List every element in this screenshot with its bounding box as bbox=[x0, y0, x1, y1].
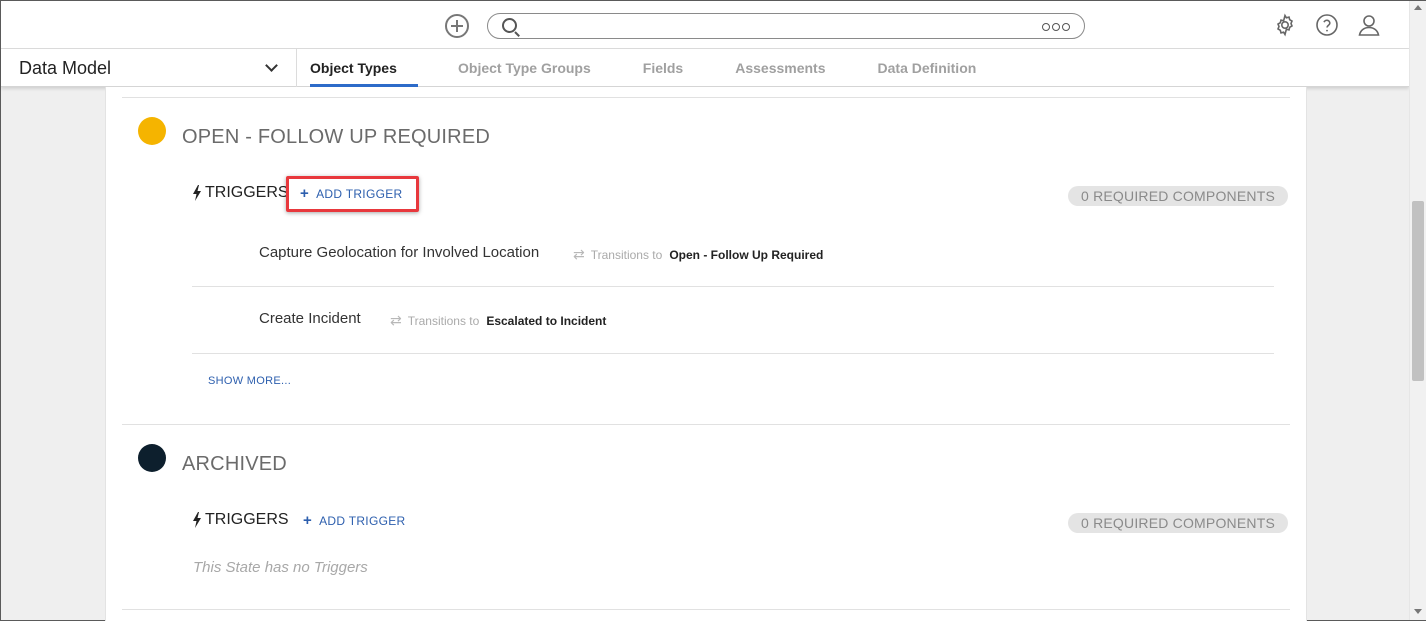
search-icon bbox=[502, 18, 517, 33]
show-more-link[interactable]: SHOW MORE... bbox=[208, 375, 291, 387]
plus-icon: + bbox=[303, 512, 313, 529]
add-trigger-button[interactable]: + ADD TRIGGER bbox=[300, 185, 402, 202]
bolt-icon bbox=[193, 512, 201, 528]
search-input[interactable] bbox=[528, 16, 1028, 36]
transition-info: ⇄ Transitions to Open - Follow Up Requir… bbox=[573, 246, 823, 263]
tab-fields[interactable]: Fields bbox=[643, 49, 683, 87]
transition-info: ⇄ Transitions to Escalated to Incident bbox=[390, 312, 606, 329]
states-card: OPEN - FOLLOW UP REQUIRED TRIGGERS + ADD… bbox=[105, 87, 1307, 621]
trigger-name[interactable]: Create Incident bbox=[259, 310, 361, 327]
transition-target: Open - Follow Up Required bbox=[669, 247, 824, 262]
search-bar[interactable] bbox=[487, 13, 1085, 39]
required-components-badge: 0 REQUIRED COMPONENTS bbox=[1068, 513, 1288, 533]
module-title: Data Model bbox=[19, 58, 112, 78]
user-icon[interactable] bbox=[1357, 13, 1381, 37]
bolt-icon bbox=[193, 185, 201, 201]
gear-icon[interactable] bbox=[1273, 13, 1297, 37]
help-icon[interactable] bbox=[1315, 13, 1339, 37]
state-title: ARCHIVED bbox=[182, 453, 287, 475]
tab-object-types[interactable]: Object Types bbox=[310, 49, 418, 87]
scroll-down-arrow-icon[interactable] bbox=[1414, 609, 1422, 614]
scroll-up-arrow-icon[interactable] bbox=[1414, 5, 1422, 10]
tab-bar: Object Types Object Type Groups Fields A… bbox=[310, 49, 976, 87]
divider bbox=[122, 424, 1290, 425]
divider bbox=[192, 353, 1274, 354]
required-components-badge: 0 REQUIRED COMPONENTS bbox=[1068, 186, 1288, 206]
more-icon[interactable] bbox=[1042, 23, 1070, 31]
add-trigger-label: ADD TRIGGER bbox=[319, 513, 406, 528]
transition-target: Escalated to Incident bbox=[486, 313, 607, 328]
triggers-heading: TRIGGERS bbox=[192, 184, 289, 202]
state-title: OPEN - FOLLOW UP REQUIRED bbox=[182, 126, 491, 148]
scrollbar-thumb[interactable] bbox=[1412, 201, 1424, 381]
sub-navigation: Data Model Object Types Object Type Grou… bbox=[1, 49, 1409, 87]
top-bar bbox=[1, 1, 1409, 49]
trigger-name[interactable]: Capture Geolocation for Involved Locatio… bbox=[259, 244, 539, 261]
tab-object-type-groups[interactable]: Object Type Groups bbox=[458, 49, 591, 87]
triggers-label: TRIGGERS bbox=[205, 511, 289, 528]
empty-triggers-message: This State has no Triggers bbox=[193, 559, 368, 576]
tab-assessments[interactable]: Assessments bbox=[735, 49, 825, 87]
tab-data-definition[interactable]: Data Definition bbox=[878, 49, 977, 87]
divider bbox=[122, 609, 1290, 610]
vertical-scrollbar[interactable] bbox=[1409, 1, 1426, 620]
add-trigger-button[interactable]: + ADD TRIGGER bbox=[303, 512, 405, 529]
triggers-label: TRIGGERS bbox=[205, 184, 289, 201]
swap-arrows-icon: ⇄ bbox=[573, 246, 585, 262]
state-color-indicator bbox=[138, 444, 166, 472]
state-color-indicator bbox=[138, 117, 166, 145]
plus-icon: + bbox=[300, 185, 310, 202]
divider bbox=[192, 286, 1274, 287]
module-selector[interactable]: Data Model bbox=[1, 49, 297, 87]
add-circle-icon[interactable] bbox=[445, 14, 469, 38]
swap-arrows-icon: ⇄ bbox=[390, 312, 402, 328]
chevron-down-icon bbox=[265, 59, 278, 72]
triggers-heading: TRIGGERS bbox=[192, 511, 289, 529]
transitions-label: Transitions to bbox=[407, 313, 480, 328]
add-trigger-label: ADD TRIGGER bbox=[316, 186, 403, 201]
transitions-label: Transitions to bbox=[590, 247, 663, 262]
divider bbox=[122, 97, 1290, 98]
